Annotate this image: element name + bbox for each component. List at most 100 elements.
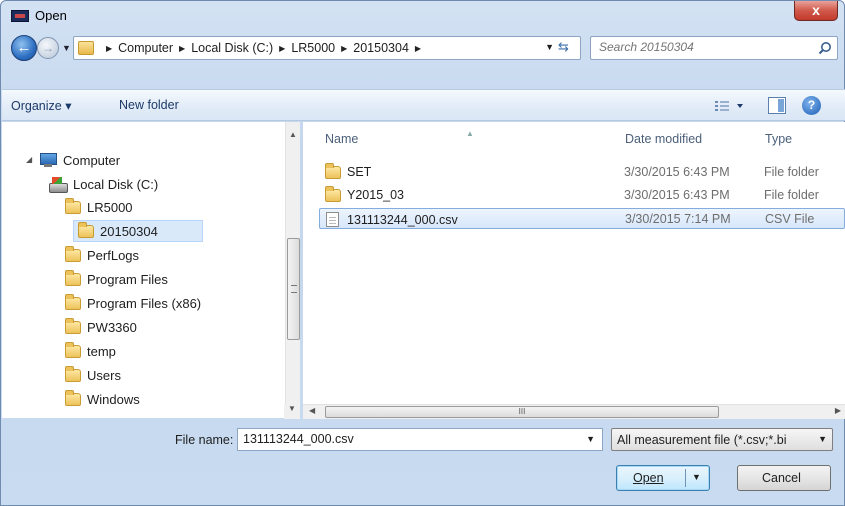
breadcrumb-local-disk[interactable]: Local Disk (C:) <box>191 41 273 55</box>
file-row-y2015-03[interactable]: Y2015_03 3/30/2015 6:43 PM File folder <box>319 185 845 206</box>
title-bar[interactable]: Open x <box>1 1 844 31</box>
tree-item-label: Local Disk (C:) <box>73 176 159 192</box>
file-row-csv[interactable]: 131113244_000.csv 3/30/2015 7:14 PM CSV … <box>319 208 845 229</box>
breadcrumb-separator-icon[interactable]: ▶ <box>279 44 285 53</box>
file-name-combobox[interactable]: ▼ <box>237 428 603 451</box>
scroll-thumb[interactable] <box>287 238 300 340</box>
address-bar[interactable]: ▶ Computer ▶ Local Disk (C:) ▶ LR5000 ▶ … <box>73 36 581 60</box>
folder-icon <box>325 185 341 202</box>
file-name-input[interactable] <box>243 432 573 446</box>
breadcrumb-separator-icon[interactable]: ▶ <box>341 44 347 53</box>
chevron-down-icon[interactable]: ▼ <box>818 434 827 444</box>
column-header-date[interactable]: Date modified <box>625 132 702 146</box>
file-date: 3/30/2015 6:43 PM <box>624 188 730 202</box>
organize-button[interactable]: Organize ▾ <box>11 98 71 113</box>
file-date: 3/30/2015 6:43 PM <box>624 165 730 179</box>
app-icon <box>11 10 29 22</box>
folder-icon <box>325 162 341 179</box>
tree-item-label: PerfLogs <box>87 247 140 263</box>
tree-item-label: temp <box>87 343 116 359</box>
folder-icon <box>65 293 81 310</box>
scroll-left-icon[interactable]: ◀ <box>309 406 315 415</box>
document-icon <box>326 212 339 227</box>
refresh-icon[interactable]: ⇆ <box>558 39 576 55</box>
file-name-label: File name: <box>175 433 234 447</box>
tree-item-program-files-x86[interactable]: Program Files (x86) <box>65 292 201 314</box>
drive-icon <box>49 176 68 193</box>
file-name: Y2015_03 <box>347 188 405 202</box>
tree-item-perflogs[interactable]: PerfLogs <box>65 244 139 266</box>
breadcrumb-computer[interactable]: Computer <box>118 41 173 55</box>
tree-item-label: 20150304 <box>100 223 158 239</box>
horizontal-scrollbar[interactable]: ◀ III ▶ <box>303 404 845 419</box>
tree-item-label: Computer <box>63 152 121 168</box>
column-header-name[interactable]: Name <box>325 132 358 146</box>
file-type: File folder <box>764 165 819 179</box>
open-button[interactable]: Open ▼ <box>616 465 710 491</box>
file-type-select[interactable]: All measurement file (*.csv;*.bi ▼ <box>611 428 833 451</box>
tree-item-label: LR5000 <box>87 199 133 215</box>
collapse-arrow-icon[interactable]: ◢ <box>26 155 32 164</box>
nav-vertical-scrollbar[interactable]: ▲ ▼ <box>285 122 300 418</box>
tree-item-label: Windows <box>87 391 140 407</box>
tree-item-label: Program Files <box>87 271 168 287</box>
computer-icon <box>40 153 57 167</box>
cancel-button-label: Cancel <box>762 471 801 485</box>
split-divider <box>685 469 686 487</box>
nav-scroll-down-icon[interactable]: ▼ <box>284 404 300 419</box>
close-button[interactable]: x <box>794 1 838 21</box>
help-icon[interactable]: ? <box>802 96 821 115</box>
folder-icon <box>65 389 81 406</box>
breadcrumb-20150304[interactable]: 20150304 <box>353 41 409 55</box>
tree-item-20150304[interactable]: 20150304 <box>73 220 203 242</box>
preview-pane-icon[interactable] <box>768 97 786 114</box>
cancel-button[interactable]: Cancel <box>737 465 831 491</box>
scroll-up-icon[interactable]: ▲ <box>289 130 297 139</box>
open-button-label: Open <box>633 471 664 485</box>
tree-item-pw3360[interactable]: PW3360 <box>65 316 137 338</box>
back-button[interactable]: ← <box>11 35 37 61</box>
breadcrumb-separator-icon[interactable]: ▶ <box>415 44 421 53</box>
scroll-thumb[interactable]: III <box>325 406 719 418</box>
folder-icon <box>65 197 81 214</box>
breadcrumb-separator-icon[interactable]: ▶ <box>179 44 185 53</box>
forward-button[interactable]: → <box>37 37 59 59</box>
command-bar: Organize ▾ New folder ? <box>2 89 845 121</box>
file-type: CSV File <box>765 212 815 226</box>
search-input[interactable] <box>599 40 799 54</box>
tree-item-program-files[interactable]: Program Files <box>65 268 168 290</box>
search-box[interactable] <box>590 36 838 60</box>
tree-item-computer[interactable]: Computer <box>40 149 120 171</box>
tree-item-temp[interactable]: temp <box>65 340 116 362</box>
folder-icon <box>78 221 94 238</box>
breadcrumb-separator-icon[interactable]: ▶ <box>106 44 112 53</box>
folder-icon <box>65 245 81 262</box>
address-dropdown-icon[interactable]: ▼ <box>545 42 554 52</box>
folder-icon <box>65 365 81 382</box>
tree-item-local-disk[interactable]: Local Disk (C:) <box>49 173 158 195</box>
change-view-icon[interactable] <box>713 98 747 114</box>
navigation-pane: ◢ Computer Local Disk (C:) LR5000 201503… <box>2 122 300 418</box>
tree-item-label: PW3360 <box>87 319 137 335</box>
file-name: 131113244_000.csv <box>347 212 458 227</box>
file-row-set[interactable]: SET 3/30/2015 6:43 PM File folder <box>319 162 845 183</box>
tree-item-lr5000[interactable]: LR5000 <box>65 196 133 218</box>
column-header-type[interactable]: Type <box>765 132 792 146</box>
new-folder-button[interactable]: New folder <box>119 98 179 112</box>
search-icon[interactable] <box>818 41 832 55</box>
recent-pages-dropdown-icon[interactable]: ▼ <box>62 43 71 53</box>
scroll-right-icon[interactable]: ▶ <box>835 406 841 415</box>
folder-icon <box>78 41 94 55</box>
breadcrumb: ▶ Computer ▶ Local Disk (C:) ▶ LR5000 ▶ … <box>100 41 427 55</box>
folder-icon <box>65 317 81 334</box>
chevron-down-icon[interactable]: ▼ <box>692 472 701 482</box>
breadcrumb-lr5000[interactable]: LR5000 <box>291 41 335 55</box>
folder-icon <box>65 269 81 286</box>
tree-item-users[interactable]: Users <box>65 364 121 386</box>
chevron-down-icon[interactable]: ▼ <box>586 434 595 444</box>
folder-icon <box>65 341 81 358</box>
address-row: ← → ▼ ▶ Computer ▶ Local Disk (C:) ▶ LR5… <box>7 33 840 63</box>
file-type-value: All measurement file (*.csv;*.bi <box>617 433 787 447</box>
tree-item-windows[interactable]: Windows <box>65 388 140 410</box>
sort-arrow-icon: ▲ <box>466 129 474 138</box>
